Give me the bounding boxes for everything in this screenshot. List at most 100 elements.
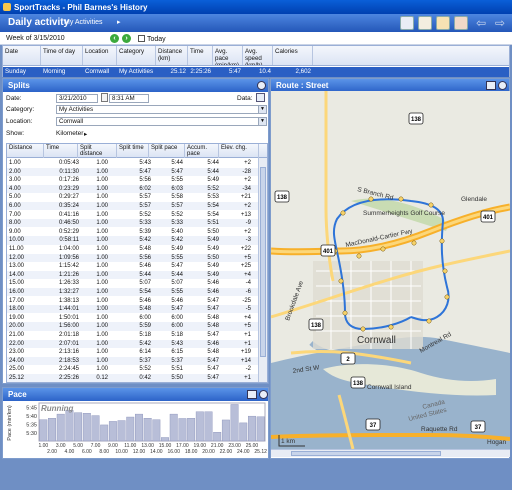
route-map[interactable]: S Branch Rd Glendale Summerheights Golf … — [271, 91, 510, 457]
activity-col-header[interactable]: Date — [3, 46, 41, 65]
map-canvas[interactable]: S Branch Rd Glendale Summerheights Golf … — [271, 91, 510, 450]
table-row[interactable]: 2.00 0:11:30 1.00 5:47 5:47 5:44 -28 — [7, 167, 259, 176]
table-row[interactable]: 25.00 2:24:45 1.00 5:52 5:51 5:47 -2 — [7, 365, 259, 373]
table-cell: 5:43 — [171, 340, 183, 347]
pace-xtick-label: 25.12 — [254, 449, 267, 455]
splits-col-header[interactable]: Split time — [117, 144, 149, 158]
date-label: Date: — [6, 95, 22, 102]
table-row[interactable]: 17.00 1:38:13 1.00 5:46 5:46 5:47 -25 — [7, 297, 259, 305]
table-row[interactable]: 13.00 1:15:42 1.00 5:46 5:47 5:49 +25 — [7, 262, 259, 270]
splits-col-header[interactable]: Time — [44, 144, 78, 158]
table-cell: 6:00 — [171, 323, 183, 330]
table-row[interactable]: 9.00 0:52:29 1.00 5:39 5:40 5:50 +2 — [7, 228, 259, 236]
table-row[interactable]: 18.00 1:44:01 1:00 5:48 5:47 5:47 -5 — [7, 305, 259, 314]
show-arrow-icon[interactable]: ▸ — [84, 130, 87, 138]
activity-col-header[interactable]: Category — [117, 46, 156, 65]
date-picker-icon[interactable] — [101, 93, 108, 102]
map-scrollbar[interactable] — [271, 449, 510, 457]
time-input[interactable]: 8:31 AM — [109, 94, 149, 103]
pace-collapse-icon[interactable] — [259, 390, 268, 399]
table-row[interactable]: 5.00 0:29:27 1.00 5:57 5:58 5:53 +21 — [7, 193, 259, 201]
table-cell: 5:43 — [139, 160, 151, 166]
table-row[interactable]: 1.00 0:05:43 1.00 5:43 5:44 5:44 +2 — [7, 159, 259, 167]
splits-collapse-icon[interactable] — [257, 81, 266, 90]
activity-col-header[interactable]: Calories — [273, 46, 313, 65]
data-options-icon[interactable] — [256, 93, 265, 102]
table-cell: 5:33 — [171, 220, 183, 227]
pace-bar — [230, 404, 239, 442]
activity-col-header[interactable]: Time of day — [41, 46, 83, 65]
table-row[interactable]: 24.00 2:18:53 1.00 5:37 5:37 5:47 +14 — [7, 356, 259, 365]
table-row[interactable]: 25.12 2:25:26 0.12 0:42 5:50 5:47 +1 — [7, 374, 259, 382]
table-row[interactable]: 7.00 0:41:16 1.00 5:52 5:52 5:54 +13 — [7, 211, 259, 219]
table-cell: 6:14 — [139, 349, 151, 356]
table-cell: 5:59 — [139, 323, 151, 330]
window-title: SportTracks - Phil Barnes's History — [14, 3, 148, 12]
table-row[interactable]: 19.00 1:50:01 1.00 6:00 6:00 5:48 +4 — [7, 314, 259, 322]
table-row[interactable]: 3.00 0:17:26 1.00 5:56 5:55 5:49 +2 — [7, 176, 259, 184]
show-value[interactable]: Kilometer — [56, 130, 83, 137]
view-title[interactable]: Daily activity — [8, 17, 69, 28]
shoe-icon[interactable] — [418, 16, 432, 30]
pace-xtick-label: 2.00 — [47, 449, 57, 455]
table-cell: 5:52 — [139, 366, 151, 373]
chevron-down-icon[interactable]: ▼ — [258, 106, 266, 113]
category-select[interactable]: My Activities ▼ — [56, 105, 267, 114]
splits-col-header[interactable]: Distance — [7, 144, 44, 158]
activity-col-header[interactable]: Avg. pace (min/km) — [213, 46, 243, 65]
forward-arrow-icon[interactable]: ⇨ — [492, 16, 508, 30]
location-select[interactable]: Cornwall ▼ — [56, 117, 267, 126]
splits-col-header[interactable]: Elev. chg. — [219, 144, 259, 158]
pace-menu-icon[interactable] — [247, 390, 257, 399]
table-row[interactable]: 4.00 0:23:29 1.00 6:02 6:03 5:52 -34 — [7, 184, 259, 193]
table-cell: 5:39 — [139, 228, 151, 235]
table-cell: 5:37 — [171, 357, 183, 364]
map-scroll-thumb[interactable] — [291, 451, 441, 456]
view-toggle-button[interactable] — [400, 16, 414, 30]
table-row[interactable]: 14.00 1:21:26 1.00 5:44 5:44 5:49 +4 — [7, 270, 259, 279]
chevron-down-icon[interactable]: ▼ — [258, 118, 266, 125]
pace-bar — [195, 411, 204, 442]
table-row[interactable]: 15.00 1:26:33 1.00 5:07 5:07 5:46 -4 — [7, 279, 259, 287]
table-row[interactable]: 21.00 2:01:18 1.00 5:18 5:18 5:47 +1 — [7, 331, 259, 339]
activity-row-selected[interactable]: Sunday Morning Cornwall My Activities 25.12 2… — [3, 67, 509, 77]
breadcrumb-arrow-icon[interactable]: ▸ — [117, 18, 121, 26]
app-header: Daily activity My Activities ▸ ⇦ ⇨ — [0, 14, 512, 32]
splits-col-header[interactable]: Accum. pace — [185, 144, 219, 158]
activity-col-header[interactable]: Time — [188, 46, 213, 65]
table-row[interactable]: 10.00 0:58:11 1.00 5:42 5:42 5:49 -3 — [7, 236, 259, 245]
activity-col-header[interactable]: Distance (km) — [156, 46, 188, 65]
prev-week-button[interactable]: ‹ — [110, 34, 119, 43]
table-row[interactable]: 16.00 1:32:27 1.00 5:54 5:55 5:46 -6 — [7, 288, 259, 297]
route-menu-icon[interactable] — [486, 81, 496, 90]
splits-col-header[interactable]: Split pace — [149, 144, 185, 158]
route-collapse-icon[interactable] — [498, 81, 507, 90]
activity-col-header[interactable]: Avg. speed (km/h) — [243, 46, 273, 65]
back-arrow-icon[interactable]: ⇦ — [473, 16, 489, 30]
place-label-glendale: Glendale — [461, 196, 487, 203]
table-cell: 1.00 — [9, 160, 21, 166]
next-week-button[interactable]: › — [122, 34, 131, 43]
table-row[interactable]: 8.00 0:46:50 1.00 5:33 5:33 5:51 -9 — [7, 219, 259, 228]
splits-scrollbar[interactable] — [258, 158, 267, 382]
activity-col-header[interactable]: Location — [83, 46, 117, 65]
table-row[interactable]: 12.00 1:09:56 1.00 5:56 5:55 5:50 +5 — [7, 253, 259, 262]
table-cell: -4 — [245, 280, 251, 287]
date-input[interactable]: 3/21/2010 — [56, 94, 98, 103]
table-row[interactable]: 11.00 1:04:00 1.00 5:48 5:49 5:49 +22 — [7, 245, 259, 253]
table-row[interactable]: 22.00 2:07:01 1.00 5:42 5:43 5:46 +1 — [7, 339, 259, 348]
table-cell: 1.00 — [96, 168, 108, 175]
highway-shield-icon: 2 — [340, 352, 356, 365]
today-button[interactable]: Today — [138, 35, 166, 43]
splits-table-header: Distance Time Split distance Split time Spli… — [7, 144, 267, 158]
show-label: Show: — [6, 130, 25, 137]
table-row[interactable]: 20.00 1:56:00 1.00 5:59 6:00 5:48 +5 — [7, 322, 259, 331]
import-icon[interactable] — [436, 16, 450, 30]
splits-col-header[interactable]: Split distance — [78, 144, 117, 158]
splits-scroll-thumb[interactable] — [260, 167, 266, 357]
device-icon[interactable] — [454, 16, 468, 30]
breadcrumb[interactable]: My Activities — [64, 19, 103, 26]
table-row[interactable]: 23.00 2:13:16 1.00 6:14 6:15 5:48 +19 — [7, 348, 259, 356]
table-row[interactable]: 6.00 0:35:24 1.00 5:57 5:57 5:54 +2 — [7, 202, 259, 211]
table-cell: 1:38:13 — [58, 297, 79, 304]
